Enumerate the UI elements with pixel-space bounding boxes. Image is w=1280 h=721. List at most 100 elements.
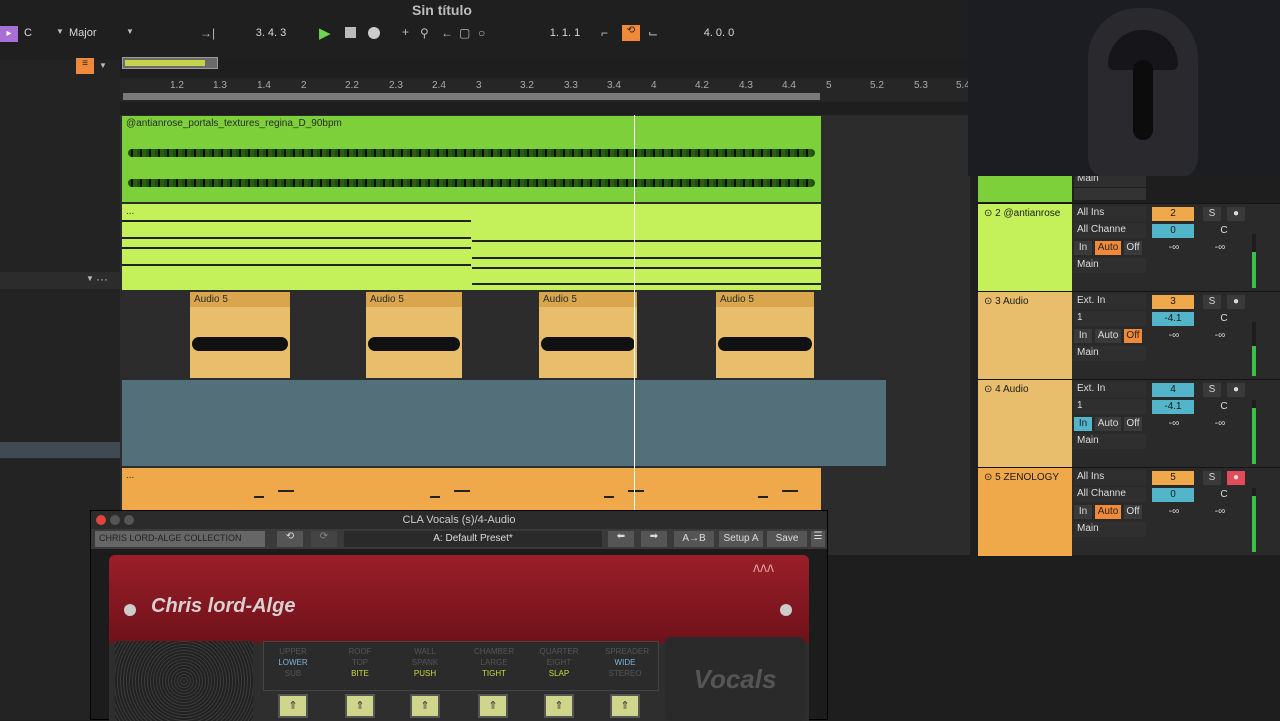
- input-select[interactable]: Ext. In: [1074, 382, 1146, 397]
- track-name[interactable]: ⊙ 2 @antianrose: [978, 204, 1072, 292]
- option-label-active[interactable]: LOWER: [273, 658, 313, 667]
- stop-button[interactable]: [345, 27, 356, 38]
- input-select[interactable]: Ext. In: [1074, 294, 1146, 309]
- track-fold-icon[interactable]: ⊙: [984, 384, 995, 395]
- track-name[interactable]: ⊙ 5 ZENOLOGY: [978, 468, 1072, 556]
- track-number[interactable]: 2: [1152, 207, 1194, 221]
- close-button[interactable]: [96, 515, 106, 525]
- monitor-auto-button[interactable]: Auto: [1095, 505, 1121, 519]
- volume-value[interactable]: -∞: [1154, 241, 1194, 255]
- track-fold-icon[interactable]: ⊙: [984, 296, 995, 307]
- next-preset-button[interactable]: ➡: [641, 531, 667, 547]
- song-position[interactable]: 3. 4. 3: [236, 27, 306, 39]
- send-value[interactable]: -4.1: [1152, 312, 1194, 326]
- channel-select[interactable]: All Channe: [1074, 487, 1146, 502]
- preset-select[interactable]: A: Default Preset*: [344, 531, 602, 547]
- loop-toggle-button[interactable]: ⟲: [622, 25, 640, 41]
- track-number[interactable]: 4: [1152, 383, 1194, 397]
- scale-mode-select[interactable]: Major: [69, 27, 97, 39]
- mode-button-5[interactable]: ⇑: [544, 694, 574, 718]
- monitor-in-button[interactable]: In: [1074, 329, 1092, 343]
- track-name[interactable]: ⊙ 3 Audio: [978, 292, 1072, 380]
- monitor-in-button[interactable]: In: [1074, 241, 1092, 255]
- pan-value[interactable]: C: [1203, 400, 1245, 414]
- add-icon[interactable]: +: [402, 25, 409, 39]
- solo-button[interactable]: S: [1203, 207, 1221, 221]
- monitor-off-button[interactable]: Off: [1124, 329, 1142, 343]
- option-label-active[interactable]: SLAP: [539, 669, 579, 678]
- mode-button-6[interactable]: ⇑: [610, 694, 640, 718]
- option-label-active[interactable]: WIDE: [605, 658, 645, 667]
- follow-icon[interactable]: →|: [200, 26, 215, 40]
- redo-button[interactable]: ⟳: [311, 531, 337, 547]
- play-button[interactable]: ▶: [319, 24, 331, 42]
- more-icon[interactable]: ···: [96, 272, 108, 286]
- mode-button-4[interactable]: ⇑: [478, 694, 508, 718]
- arm-button[interactable]: ●: [1227, 383, 1245, 397]
- monitor-auto-button[interactable]: Auto: [1095, 417, 1121, 431]
- send-value[interactable]: -4.1: [1152, 400, 1194, 414]
- list-item[interactable]: [0, 442, 120, 459]
- option-label-active[interactable]: PUSH: [405, 669, 445, 678]
- arm-button[interactable]: ●: [1227, 207, 1245, 221]
- monitor-auto-button[interactable]: Auto: [1095, 329, 1121, 343]
- back-arrow-icon[interactable]: ←: [441, 26, 453, 40]
- ab-compare-button[interactable]: A→B: [674, 531, 714, 547]
- menu-icon[interactable]: ☰: [811, 531, 825, 547]
- record-button[interactable]: [368, 27, 380, 39]
- input-select[interactable]: All Ins: [1074, 206, 1146, 221]
- scale-mode-toggle[interactable]: ▸: [0, 26, 18, 42]
- loop-brace[interactable]: [123, 93, 820, 100]
- volume-value[interactable]: -∞: [1154, 505, 1194, 519]
- output-select[interactable]: Main: [1074, 522, 1146, 537]
- empty-track-lane[interactable]: [122, 380, 886, 466]
- monitor-off-button[interactable]: Off: [1124, 417, 1142, 431]
- option-label-active[interactable]: TIGHT: [474, 669, 514, 678]
- mode-button-1[interactable]: ⇑: [278, 694, 308, 718]
- punch-out-icon[interactable]: ⌙: [648, 26, 658, 40]
- channel-select[interactable]: 1: [1074, 311, 1146, 326]
- output-select[interactable]: Main: [1074, 434, 1146, 449]
- monitor-off-button[interactable]: Off: [1124, 505, 1142, 519]
- track-number[interactable]: 3: [1152, 295, 1194, 309]
- audio-clip[interactable]: @antianrose_portals_textures_regina_D_90…: [122, 116, 821, 202]
- input-select[interactable]: All Ins: [1074, 470, 1146, 485]
- output-select[interactable]: Main: [1074, 258, 1146, 273]
- channel-select[interactable]: All Channe: [1074, 223, 1146, 238]
- solo-button[interactable]: S: [1203, 471, 1221, 485]
- mode-button-2[interactable]: ⇑: [345, 694, 375, 718]
- minimize-button[interactable]: [110, 515, 120, 525]
- save-button[interactable]: Save: [767, 531, 807, 547]
- prev-preset-button[interactable]: ⬅: [608, 531, 634, 547]
- volume-value[interactable]: -∞: [1154, 417, 1194, 431]
- audio-clip[interactable]: Audio 5: [716, 292, 814, 378]
- loop-start[interactable]: 1. 1. 1: [530, 27, 600, 39]
- monitor-off-button[interactable]: Off: [1124, 241, 1142, 255]
- scale-key-select[interactable]: C: [24, 27, 32, 39]
- pan-value[interactable]: C: [1203, 312, 1245, 326]
- draw-mode-button[interactable]: ≡: [76, 58, 94, 74]
- audio-clip[interactable]: Audio 5: [190, 292, 290, 378]
- loop-length[interactable]: 4. 0. 0: [684, 27, 754, 39]
- solo-button[interactable]: S: [1203, 383, 1221, 397]
- arrangement-view[interactable]: @antianrose_portals_textures_regina_D_90…: [120, 115, 970, 555]
- audio-clip[interactable]: Audio 5: [366, 292, 462, 378]
- track-fold-icon[interactable]: ⊙: [984, 208, 995, 219]
- setup-button[interactable]: Setup A: [719, 531, 763, 547]
- volume-value[interactable]: -∞: [1154, 329, 1194, 343]
- channel-select[interactable]: 1: [1074, 399, 1146, 414]
- send-value[interactable]: 0: [1152, 488, 1194, 502]
- loop-region-icon[interactable]: ▢: [459, 26, 470, 40]
- undo-button[interactable]: ⟲: [277, 531, 303, 547]
- mode-button-3[interactable]: ⇑: [410, 694, 440, 718]
- midi-clip[interactable]: ...: [122, 204, 821, 290]
- zoom-button[interactable]: [124, 515, 134, 525]
- overview-scrollbar[interactable]: [122, 57, 218, 69]
- track-fold-icon[interactable]: ⊙: [984, 472, 995, 483]
- pan-value[interactable]: C: [1203, 224, 1245, 238]
- monitor-in-button[interactable]: In: [1074, 505, 1092, 519]
- plugin-titlebar[interactable]: CLA Vocals (s)/4-Audio: [91, 511, 827, 529]
- audio-clip[interactable]: Audio 5: [539, 292, 637, 378]
- solo-button[interactable]: S: [1203, 295, 1221, 309]
- send-value[interactable]: 0: [1152, 224, 1194, 238]
